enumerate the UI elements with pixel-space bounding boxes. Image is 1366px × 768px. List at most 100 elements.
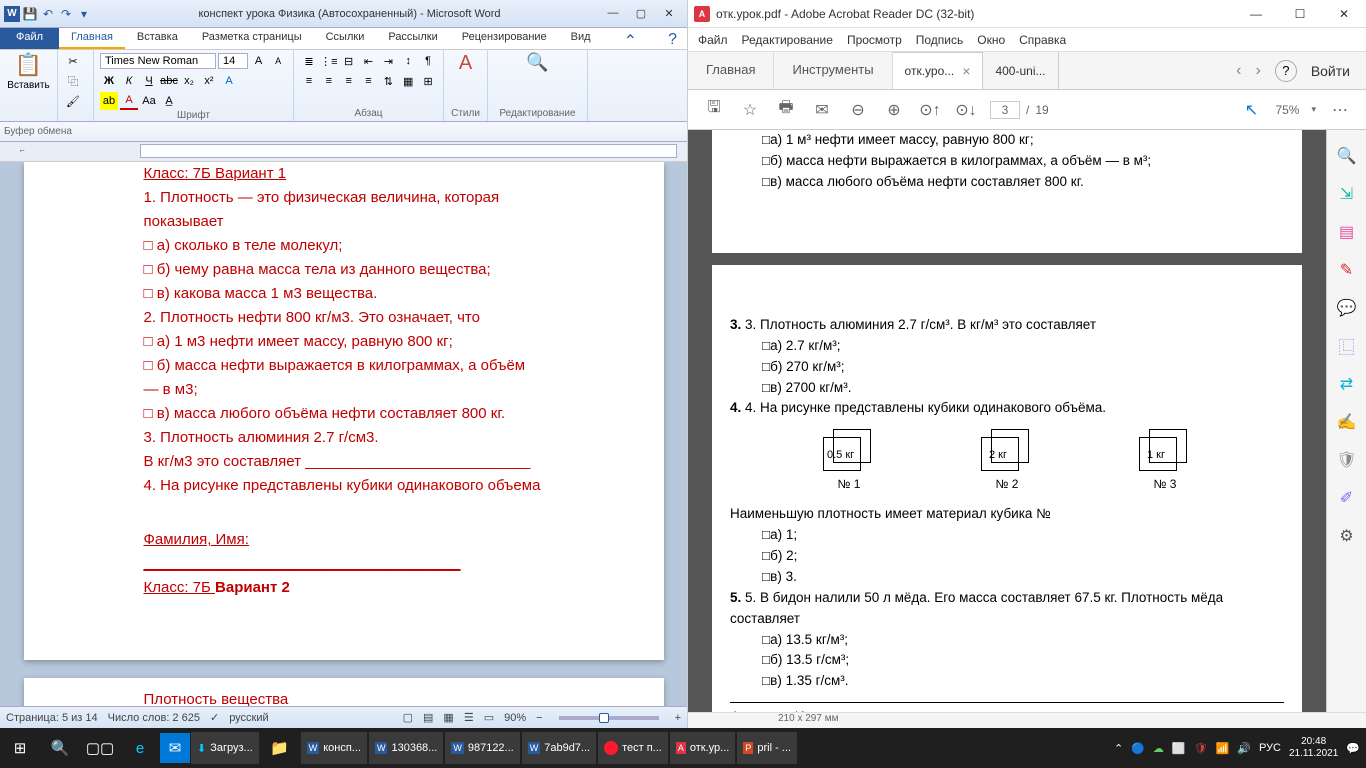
numbering-icon[interactable]: ⋮≡	[320, 52, 338, 70]
italic-icon[interactable]: К	[120, 72, 138, 90]
zoom-level[interactable]: 75%	[1275, 103, 1299, 117]
tab-insert[interactable]: Вставка	[125, 28, 190, 49]
edit-pdf-icon[interactable]: ✎	[1335, 258, 1359, 282]
page-up-icon[interactable]: ⊙↑	[918, 98, 942, 122]
tab-view[interactable]: Вид	[559, 28, 603, 49]
close-tab-icon[interactable]: ×	[962, 63, 970, 79]
maximize-icon[interactable]: ☐	[1278, 0, 1322, 28]
menu-help[interactable]: Справка	[1019, 33, 1066, 47]
grow-font-icon[interactable]: A	[250, 52, 268, 70]
superscript-icon[interactable]: x²	[200, 72, 218, 90]
change-case-icon[interactable]: A̲	[160, 92, 178, 110]
comment-icon[interactable]: 💬	[1335, 296, 1359, 320]
search-icon[interactable]: 🔍	[40, 728, 80, 768]
tool-icon[interactable]: ▤	[1335, 220, 1359, 244]
bold-icon[interactable]: Ж	[100, 72, 118, 90]
zoom-out-icon[interactable]: −	[536, 712, 542, 724]
tab-refs[interactable]: Ссылки	[314, 28, 377, 49]
tray-icon[interactable]: ☁	[1153, 742, 1164, 755]
cut-icon[interactable]: ✂	[64, 52, 82, 70]
next-tab-icon[interactable]: ›	[1255, 62, 1260, 80]
pdf-viewer[interactable]: □а) 1 м³ нефти имеет массу, равную 800 к…	[688, 130, 1326, 712]
align-right-icon[interactable]: ≡	[340, 72, 358, 90]
align-center-icon[interactable]: ≡	[320, 72, 338, 90]
taskbar-app[interactable]: W7ab9d7...	[522, 732, 596, 764]
taskbar-app[interactable]: ⬇Загруз...	[191, 732, 259, 764]
styles-icon[interactable]: A	[459, 52, 472, 75]
font-size-select[interactable]: 14	[218, 53, 248, 69]
prev-tab-icon[interactable]: ‹	[1236, 62, 1241, 80]
multilevel-icon[interactable]: ⊟	[340, 52, 358, 70]
zoom-dropdown-icon[interactable]: ▾	[1311, 104, 1316, 115]
ribbon-minimize-icon[interactable]: ⌃	[614, 28, 647, 49]
protect-icon[interactable]: 🛡	[1335, 448, 1359, 472]
font-name-select[interactable]: Times New Roman	[100, 53, 216, 69]
page-down-icon[interactable]: ⊙↓	[954, 98, 978, 122]
tab-tools[interactable]: Инструменты	[774, 52, 892, 89]
menu-edit[interactable]: Редактирование	[742, 33, 833, 47]
edge-icon[interactable]: e	[120, 728, 160, 768]
menu-sign[interactable]: Подпись	[916, 33, 964, 47]
align-left-icon[interactable]: ≡	[300, 72, 318, 90]
word-count[interactable]: Число слов: 2 625	[108, 712, 200, 724]
more-icon[interactable]: ⋯	[1328, 98, 1352, 122]
ruler[interactable]: ⌐	[0, 142, 687, 162]
paste-icon[interactable]: 📋	[15, 52, 42, 78]
tab-home[interactable]: Главная	[59, 28, 125, 49]
sign-icon[interactable]: ✍	[1335, 410, 1359, 434]
taskbar-app[interactable]: W130368...	[369, 732, 443, 764]
sort-icon[interactable]: ↕	[399, 52, 417, 70]
help-icon[interactable]: ?	[658, 28, 687, 49]
document-area[interactable]: Класс: 7Б Вариант 1 1. Плотность — это ф…	[0, 162, 687, 706]
star-icon[interactable]: ☆	[738, 98, 762, 122]
underline-icon[interactable]: Ч	[140, 72, 158, 90]
organize-icon[interactable]: ⇄	[1335, 372, 1359, 396]
maximize-icon[interactable]: ▢	[631, 7, 651, 20]
taskbar-app[interactable]: Ppril - ...	[737, 732, 797, 764]
tab-home[interactable]: Главная	[688, 52, 774, 89]
view-print-icon[interactable]: ▢	[403, 711, 413, 724]
notification-icon[interactable]: 💬	[1346, 742, 1360, 755]
save-icon[interactable]: 🖫	[702, 98, 726, 122]
zoom-out-icon[interactable]: ⊖	[846, 98, 870, 122]
line-spacing-icon[interactable]: ⇅	[379, 72, 397, 90]
tray-icon[interactable]: ⬜	[1172, 742, 1186, 755]
document-tab[interactable]: 400-uni...	[983, 52, 1058, 89]
close-icon[interactable]: ✕	[659, 7, 679, 20]
export-pdf-icon[interactable]: ⇲	[1335, 182, 1359, 206]
volume-icon[interactable]: 🔊	[1237, 742, 1251, 755]
tab-file[interactable]: Файл	[0, 28, 59, 49]
print-icon[interactable]: 🖶	[774, 98, 798, 122]
email-icon[interactable]: ✉	[810, 98, 834, 122]
tray-icon[interactable]: 🔵	[1131, 742, 1145, 755]
indent-inc-icon[interactable]: ⇥	[379, 52, 397, 70]
help-icon[interactable]: ?	[1275, 60, 1297, 82]
borders-icon[interactable]: ⊞	[419, 72, 437, 90]
undo-icon[interactable]: ↶	[40, 6, 56, 22]
tab-layout[interactable]: Разметка страницы	[190, 28, 314, 49]
explorer-icon[interactable]: 📁	[260, 728, 300, 768]
page-status[interactable]: Страница: 5 из 14	[6, 712, 98, 724]
justify-icon[interactable]: ≡	[360, 72, 378, 90]
clock[interactable]: 20:48 21.11.2021	[1289, 736, 1338, 760]
bullets-icon[interactable]: ≣	[300, 52, 318, 70]
tab-mail[interactable]: Рассылки	[376, 28, 449, 49]
gear-icon[interactable]: ⚙	[1335, 524, 1359, 548]
zoom-level[interactable]: 90%	[504, 712, 526, 724]
font-color-icon[interactable]: A	[120, 92, 138, 110]
find-icon[interactable]: 🔍	[526, 52, 548, 73]
view-web-icon[interactable]: ▦	[443, 711, 453, 724]
sign-in-button[interactable]: Войти	[1311, 63, 1350, 79]
view-draft-icon[interactable]: ▭	[484, 711, 494, 724]
combine-icon[interactable]: ⿺	[1335, 334, 1359, 358]
taskbar-app[interactable]: W987122...	[445, 732, 519, 764]
taskbar-app[interactable]: тест п...	[598, 732, 668, 764]
tray-icon[interactable]: 🛡	[1194, 742, 1208, 755]
tray-chevron-icon[interactable]: ⌃	[1114, 742, 1123, 755]
clear-format-icon[interactable]: Aa	[140, 92, 158, 110]
menu-file[interactable]: Файл	[698, 33, 728, 47]
taskbar-app[interactable]: Wконсп...	[301, 732, 367, 764]
save-icon[interactable]: 💾	[22, 6, 38, 22]
task-view-icon[interactable]: ▢▢	[80, 728, 120, 768]
minimize-icon[interactable]: ―	[603, 7, 623, 20]
